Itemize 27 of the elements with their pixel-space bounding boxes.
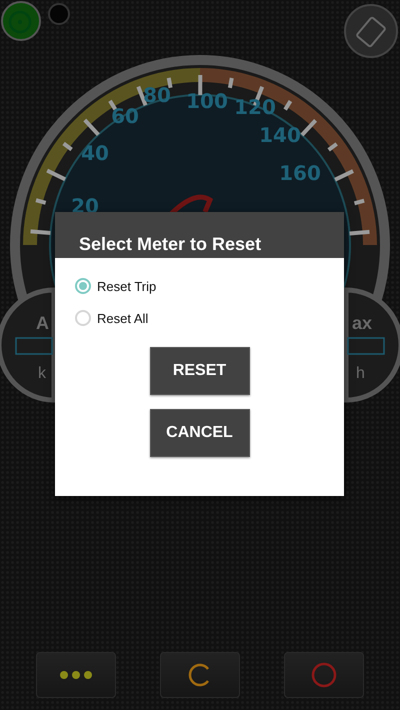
option-label[interactable]: Reset All: [97, 310, 148, 326]
option-label[interactable]: Reset Trip: [97, 278, 156, 294]
reset-confirm-button[interactable]: RESET: [150, 347, 250, 395]
dialog-title: Select Meter to Reset: [79, 234, 262, 255]
rotate-screen-icon[interactable]: [344, 4, 398, 58]
scale-label: 60: [111, 104, 139, 128]
stop-button[interactable]: [284, 652, 364, 698]
gauge-unit: k: [38, 365, 46, 382]
scale-label: 100: [186, 89, 228, 113]
gauge-label: A: [36, 313, 49, 333]
reset-button[interactable]: [160, 652, 240, 698]
scale-label: 120: [234, 95, 276, 119]
gauge-unit: h: [356, 365, 365, 382]
scale-label: 40: [81, 141, 109, 165]
scale-label: 80: [143, 83, 171, 107]
circle-icon: [311, 662, 337, 688]
status-dot-icon: [48, 3, 70, 25]
gauge-label: ax: [352, 313, 372, 333]
menu-button[interactable]: [36, 652, 116, 698]
radio-button[interactable]: [75, 278, 91, 294]
scale-label: 160: [279, 161, 321, 185]
radio-button[interactable]: [75, 310, 91, 326]
gps-icon[interactable]: [1, 1, 41, 41]
scale-label: 140: [259, 123, 301, 147]
cancel-button[interactable]: CANCEL: [150, 409, 250, 457]
dots-icon: [58, 670, 94, 680]
refresh-icon: [188, 663, 212, 687]
